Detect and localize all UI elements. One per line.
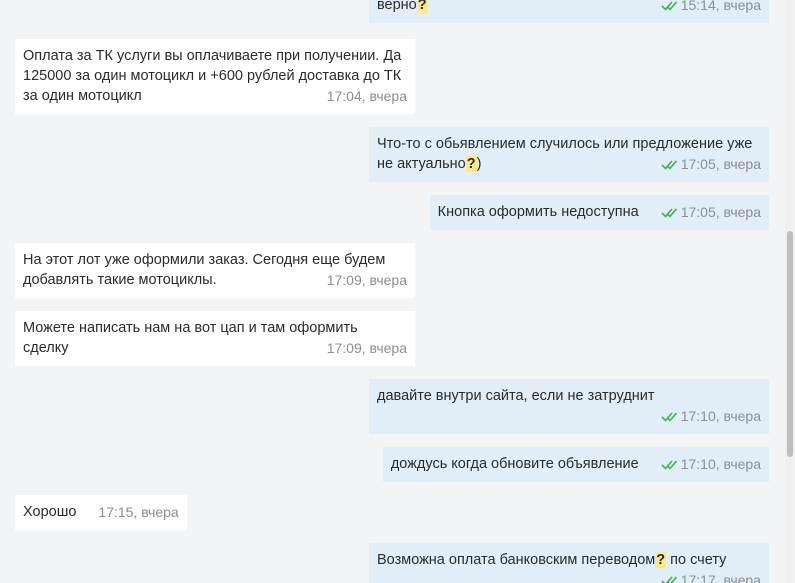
message-time: 15:14, вчера	[680, 0, 761, 13]
message-outgoing[interactable]: Что-то с обьявлением случилось или предл…	[369, 127, 769, 182]
message-incoming[interactable]: Можете написать нам на вот цап и там офо…	[15, 311, 415, 366]
message-time: 17:05, вчера	[680, 156, 761, 172]
message-outgoing[interactable]: дождусь когда обновите объявление 17:10,…	[382, 447, 769, 482]
message-incoming[interactable]: На этот лот уже оформили заказ. Сегодня …	[15, 243, 415, 298]
message-time: 17:09, вчера	[326, 340, 407, 356]
chat-message-list[interactable]: верно? 15:14, вчера Оплата за ТК услуги …	[0, 0, 785, 583]
highlight-question-mark: ?	[465, 156, 477, 172]
message-text: дождусь когда обновите объявление	[390, 456, 639, 472]
double-check-icon	[661, 576, 677, 583]
message-meta: 17:05, вчера	[661, 202, 761, 222]
double-check-icon	[661, 460, 677, 470]
message-incoming[interactable]: Оплата за ТК услуги вы оплачиваете при п…	[15, 39, 415, 114]
double-check-icon	[661, 1, 677, 11]
message-text: давайте внутри сайта, если не затруднит	[377, 388, 655, 404]
message-text: Можете написать нам на вот цап и там офо…	[23, 320, 358, 356]
message-meta: 15:14, вчера	[661, 0, 761, 15]
double-check-icon	[661, 160, 677, 170]
message-text: Возможна оплата банковским переводом? по…	[377, 552, 727, 568]
message-incoming[interactable]: Хорошо 17:15, вчера	[15, 495, 187, 530]
message-time: 17:04, вчера	[326, 88, 407, 104]
message-meta: 17:17, вчера	[661, 570, 761, 583]
message-meta: 17:05, вчера	[661, 154, 761, 174]
scrollbar-track[interactable]	[785, 0, 795, 583]
message-time: 17:10, вчера	[680, 408, 761, 424]
double-check-icon	[661, 412, 677, 422]
message-text: верно?	[377, 0, 428, 13]
message-text: Хорошо	[23, 504, 77, 520]
message-text: Кнопка оформить недоступна	[437, 204, 639, 220]
message-meta: 17:10, вчера	[661, 454, 761, 474]
message-time: 17:05, вчера	[680, 204, 761, 220]
message-meta: 17:10, вчера	[661, 406, 761, 426]
highlight-question-mark: ?	[655, 552, 667, 568]
message-outgoing[interactable]: Возможна оплата банковским переводом? по…	[369, 543, 769, 583]
message-time: 17:15, вчера	[98, 504, 179, 520]
message-time: 17:17, вчера	[680, 572, 761, 583]
double-check-icon	[661, 208, 677, 218]
scrollbar-thumb[interactable]	[787, 231, 793, 457]
message-outgoing[interactable]: давайте внутри сайта, если не затруднит …	[369, 379, 769, 434]
message-outgoing[interactable]: верно? 15:14, вчера	[369, 0, 769, 23]
message-time: 17:09, вчера	[326, 272, 407, 288]
message-outgoing[interactable]: Кнопка оформить недоступна 17:05, вчера	[429, 195, 769, 230]
highlight-question-mark: ?	[416, 0, 428, 13]
message-time: 17:10, вчера	[680, 456, 761, 472]
